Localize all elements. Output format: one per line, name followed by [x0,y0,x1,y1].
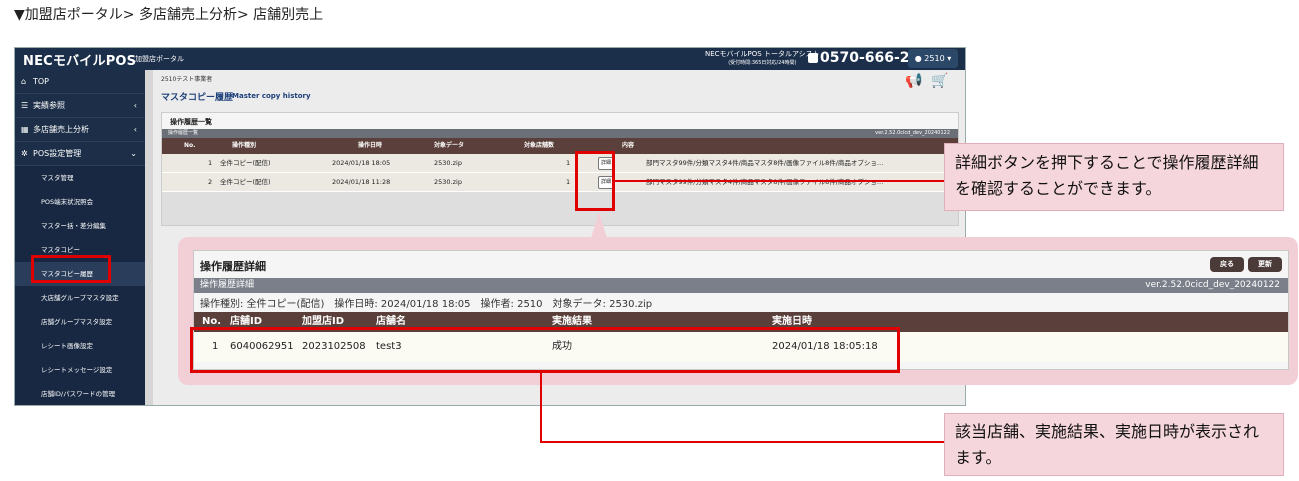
app-logo[interactable]: NECモバイルPOS [23,50,136,69]
sidebar-scrollbar[interactable] [145,70,153,405]
callout-detail-result: 該当店舗、実施結果、実施日時が表示されます。 [944,413,1284,476]
version-label: ver.2.52.0cicd_dev_20240122 [875,130,950,136]
operation-history-card: 操作履歴一覧 操作履歴一覧 ver.2.52.0cicd_dev_2024012… [161,112,959,226]
chart-icon: ▦ [21,125,29,134]
sidebar-item-label: 多店舗売上分析 [33,125,89,134]
cell-data: 2530.zip [434,159,462,167]
highlight-detail-buttons [575,151,615,211]
connector-line [540,441,944,443]
sidebar-subitem[interactable]: 店舗ID/パスワードの管理 [15,382,145,405]
sidebar-subitem[interactable]: レシートメッセージ設定 [15,358,145,382]
cell-type: 全件コピー(配信) [220,159,271,167]
sidebar-subitem[interactable]: マスタ管理 [15,166,145,190]
list-icon: ☰ [21,101,29,110]
gear-icon: ✲ [21,149,28,158]
header-icons: 📢 🛒 [905,73,949,89]
sidebar: ⌂ TOP ☰ 実績参照 ‹ ▦ 多店舗売上分析 ‹ ✲ POS設定管理 ⌄ マスタ管理 PO… [15,70,145,405]
sidebar-item-label: 実績参照 [33,101,65,110]
top-bar: NECモバイルPOS 加盟店ポータル NECモバイルPOS トータルアシスト (… [15,48,965,70]
sidebar-subitem[interactable]: 大店舗グループマスタ設定 [15,286,145,310]
support-info: NECモバイルPOS トータルアシスト (受付時間:365日対応/24時間) [705,50,820,67]
cell-no: 2 [208,178,213,186]
table-row: 1 全件コピー(配信) 2024/01/18 18:05 2530.zip 1 … [162,154,958,173]
column-header: 対象データ [434,142,465,149]
cart-icon[interactable]: 🛒 [931,73,948,89]
connector-line [615,180,944,182]
detail-title: 操作履歴詳細 [200,260,266,273]
column-header: 対象店舗数 [524,142,555,149]
detail-subheader: 操作履歴詳細 ver.2.52.0cicd_dev_20240122 [194,278,1288,293]
sidebar-subitem[interactable]: POS端末状況照会 [15,190,145,214]
sidebar-item-label: TOP [33,77,50,86]
user-id: 2510 [924,54,945,63]
cell-no: 1 [208,159,213,167]
column-header: 操作種別 [232,142,257,149]
user-menu-button[interactable]: ● 2510 ▾ [908,49,958,68]
page-title: マスタコピー履歴 [161,93,234,103]
card-title: 操作履歴一覧 [170,118,212,126]
cell-type: 全件コピー(配信) [220,178,271,186]
chevron-left-icon: ‹ [133,101,137,110]
subheader-label: 操作履歴一覧 [168,130,199,136]
card-subheader: 操作履歴一覧 ver.2.52.0cicd_dev_20240122 [162,129,958,138]
home-icon: ⌂ [21,77,27,86]
sidebar-item-multistore[interactable]: ▦ 多店舗売上分析 ‹ [15,118,145,142]
callout-pointer [591,212,607,238]
column-header: 操作日時 [358,142,383,149]
sidebar-subitem[interactable]: レシート画像設定 [15,334,145,358]
connector-line [540,373,542,443]
version-label: ver.2.52.0cicd_dev_20240122 [1145,280,1280,290]
cell-data: 2530.zip [434,178,462,186]
cell-content: 部門マスタ99件/分類マスタ4件/商品マスタ8件/画像ファイル8件/商品オプショ… [646,159,884,167]
table-empty-area [162,192,958,225]
highlight-sidebar-item [31,255,111,283]
detail-info-line: 操作種別: 全件コピー(配信) 操作日時: 2024/01/18 18:05 操… [200,299,653,310]
cell-datetime: 2024/01/18 11:28 [332,178,391,186]
column-header: 内容 [622,142,635,149]
page-subtitle: Master copy history [232,92,311,100]
refresh-button[interactable]: 更新 [1248,257,1282,272]
sidebar-subitem[interactable]: 店舗グループマスタ設定 [15,310,145,334]
cell-datetime: 2024/01/18 18:05 [332,159,391,167]
table-row: 2 全件コピー(配信) 2024/01/18 11:28 2530.zip 1 … [162,173,958,192]
portal-label: 加盟店ポータル [135,55,184,63]
sidebar-subitem[interactable]: マスター括・差分編集 [15,214,145,238]
megaphone-icon[interactable]: 📢 [905,73,922,89]
breadcrumb: 2510テスト事業者 [161,76,213,83]
table-header: No. 操作種別 操作日時 対象データ 対象店舗数 内容 [162,138,958,154]
phone-icon [808,53,818,63]
sidebar-item-results[interactable]: ☰ 実績参照 ‹ [15,94,145,118]
support-title: NECモバイルPOS トータルアシスト [705,50,820,58]
page-caption: ▼加盟店ポータル> 多店舗売上分析> 店舗別売上 [14,7,324,23]
chevron-left-icon: ‹ [133,125,137,134]
callout-detail-button: 詳細ボタンを押下することで操作履歴詳細を確認することができます。 [944,143,1284,211]
highlight-detail-row [190,327,900,373]
back-button[interactable]: 戻る [1210,257,1244,272]
cell-stores: 1 [566,178,571,186]
column-header: No. [184,142,196,149]
sidebar-item-pos-settings[interactable]: ✲ POS設定管理 ⌄ [15,142,145,166]
sidebar-item-label: POS設定管理 [33,149,82,158]
support-hours: (受付時間:365日対応/24時間) [728,60,797,66]
cell-content: 部門マスタ99件/分類マスタ4件/商品マスタ8件/画像ファイル8件/商品オプショ… [646,178,884,186]
subheader-label: 操作履歴詳細 [200,280,255,290]
chevron-down-icon: ⌄ [130,149,137,158]
cell-stores: 1 [566,159,571,167]
sidebar-item-top[interactable]: ⌂ TOP [15,70,145,94]
